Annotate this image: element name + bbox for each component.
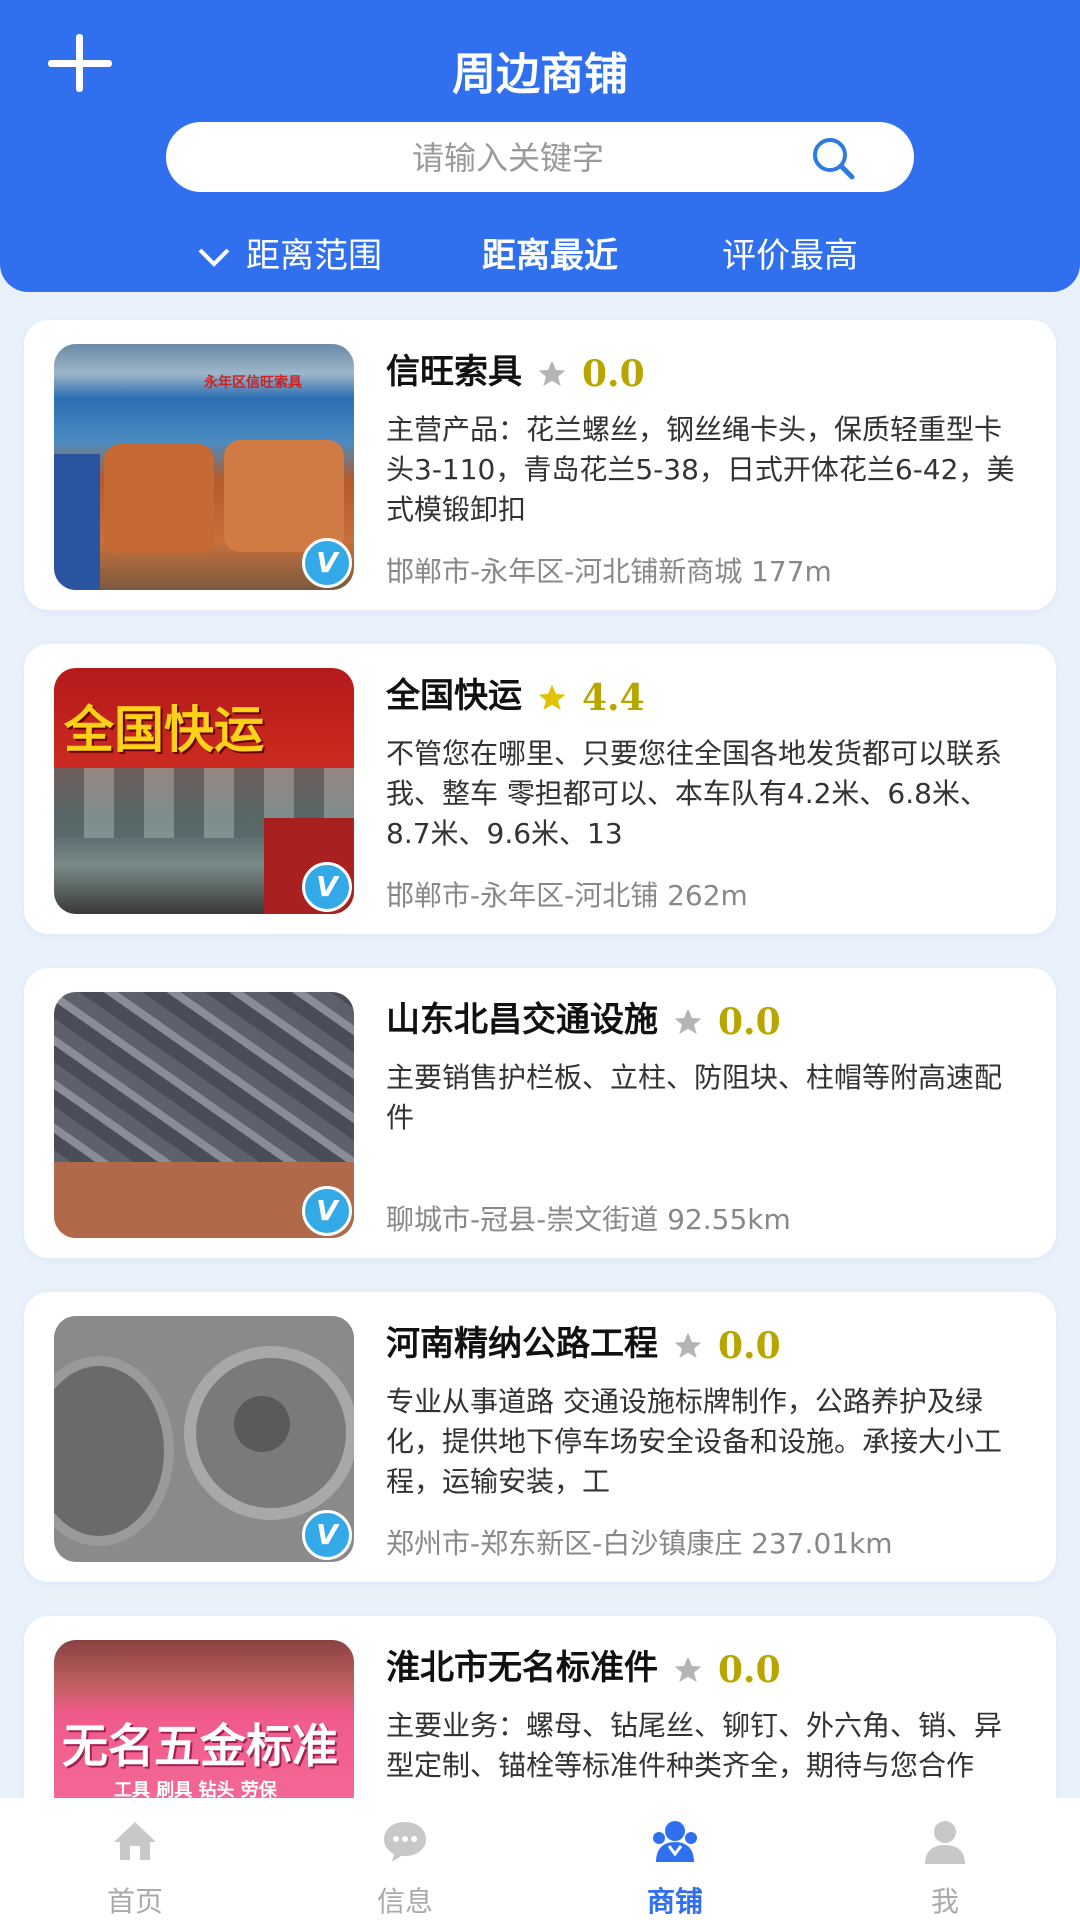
shop-card[interactable]: V 河南精纳公路工程 0.0 专业从事道路 交通设施标牌制作，公路养护及绿化，提供…	[24, 1292, 1056, 1582]
shop-name-row: 河南精纳公路工程 0.0	[386, 1316, 781, 1367]
shop-location: 郑州市-郑东新区-白沙镇康庄 237.01km	[386, 1527, 893, 1560]
thumbnail-sign-text: 无名五金标准	[62, 1719, 338, 1773]
shop-card[interactable]: V 山东北昌交通设施 0.0 主要销售护栏板、立柱、防阻块、柱帽等附高速配件 聊城…	[24, 968, 1056, 1258]
filter-distance-range[interactable]: 距离范围	[196, 228, 382, 277]
shop-name-row: 全国快运 4.4	[386, 668, 645, 719]
home-icon	[114, 1822, 156, 1860]
shop-name: 淮北市无名标准件	[386, 1648, 658, 1688]
shop-card[interactable]: 永年区信旺索具 V 信旺索具 0.0 主营产品：花兰螺丝，钢丝绳卡头，保质轻重型卡…	[24, 320, 1056, 610]
star-icon	[538, 360, 566, 386]
tab-messages[interactable]: 信息	[270, 1798, 540, 1920]
bottom-tab-bar: 首页 信息 商铺 我	[0, 1798, 1080, 1920]
tab-me[interactable]: 我	[810, 1798, 1080, 1920]
thumbnail-sign-text: 永年区信旺索具	[204, 375, 302, 391]
shop-description: 主要业务：螺母、钻尾丝、铆钉、外六角、销、异型定制、锚栓等标准件种类齐全，期待与…	[386, 1709, 1003, 1782]
shop-thumbnail: V	[54, 1316, 354, 1562]
tab-label: 首页	[106, 1885, 163, 1918]
tab-home[interactable]: 首页	[0, 1798, 270, 1920]
star-icon	[674, 1332, 702, 1358]
shop-location: 邯郸市-永年区-河北铺 262m	[386, 879, 748, 912]
shop-rating: 0.0	[582, 352, 645, 395]
verified-badge: V	[302, 538, 352, 588]
shop-icon	[653, 1821, 697, 1862]
shop-rating: 0.0	[718, 1324, 781, 1367]
shop-description: 主要销售护栏板、立柱、防阻块、柱帽等附高速配件	[386, 1061, 1003, 1134]
tab-label: 信息	[376, 1885, 433, 1918]
tab-label: 我	[930, 1885, 959, 1918]
shop-location: 邯郸市-永年区-河北铺新商城 177m	[386, 555, 832, 588]
filter-top-rated[interactable]: 评价最高	[722, 228, 858, 277]
tab-shops[interactable]: 商铺	[540, 1798, 810, 1920]
shop-name: 河南精纳公路工程	[386, 1324, 658, 1364]
tab-label: 商铺	[646, 1885, 703, 1918]
star-icon	[674, 1008, 702, 1034]
shop-rating: 0.0	[718, 1648, 781, 1691]
star-icon	[538, 684, 566, 710]
shop-thumbnail: V	[54, 992, 354, 1238]
top-header: 周边商铺 距离范围 距离最近 评价最高	[0, 0, 1080, 292]
star-icon	[674, 1656, 702, 1682]
search-bar[interactable]	[166, 122, 914, 194]
shop-name-row: 信旺索具 0.0	[386, 344, 645, 395]
search-icon[interactable]	[810, 135, 856, 181]
thumbnail-sign-text: 全国快运	[64, 701, 264, 759]
shop-card[interactable]: 全国快运 V 全国快运 4.4 不管您在哪里、只要您往全国各地发货都可以联系我、整…	[24, 644, 1056, 934]
shop-name-row: 山东北昌交通设施 0.0	[386, 992, 781, 1043]
filter-label: 距离范围	[246, 236, 382, 276]
user-icon	[925, 1821, 965, 1864]
shop-location: 聊城市-冠县-崇文街道 92.55km	[386, 1203, 791, 1236]
shop-thumbnail: 全国快运 V	[54, 668, 354, 914]
shop-name: 信旺索具	[386, 352, 522, 392]
shop-rating: 4.4	[582, 676, 645, 719]
filter-bar: 距离范围 距离最近 评价最高	[0, 228, 1080, 278]
shop-thumbnail: 永年区信旺索具 V	[54, 344, 354, 590]
verified-badge: V	[302, 1510, 352, 1560]
shop-description: 不管您在哪里、只要您往全国各地发货都可以联系我、整车 零担都可以、本车队有4.2…	[386, 737, 1003, 850]
verified-badge: V	[302, 1186, 352, 1236]
search-input[interactable]	[206, 122, 810, 194]
shop-name: 全国快运	[386, 676, 522, 716]
filter-nearest[interactable]: 距离最近	[482, 228, 618, 277]
shop-description: 专业从事道路 交通设施标牌制作，公路养护及绿化，提供地下停车场安全设备和设施。承…	[386, 1385, 1003, 1498]
page-title: 周边商铺	[452, 49, 628, 100]
shop-name: 山东北昌交通设施	[386, 1000, 658, 1040]
shop-name-row: 淮北市无名标准件 0.0	[386, 1640, 781, 1691]
shop-rating: 0.0	[718, 1000, 781, 1043]
shop-description: 主营产品：花兰螺丝，钢丝绳卡头，保质轻重型卡头3-110，青岛花兰5-38，日式…	[386, 413, 1015, 526]
verified-badge: V	[302, 862, 352, 912]
message-icon	[384, 1822, 426, 1862]
chevron-down-icon	[198, 248, 230, 267]
